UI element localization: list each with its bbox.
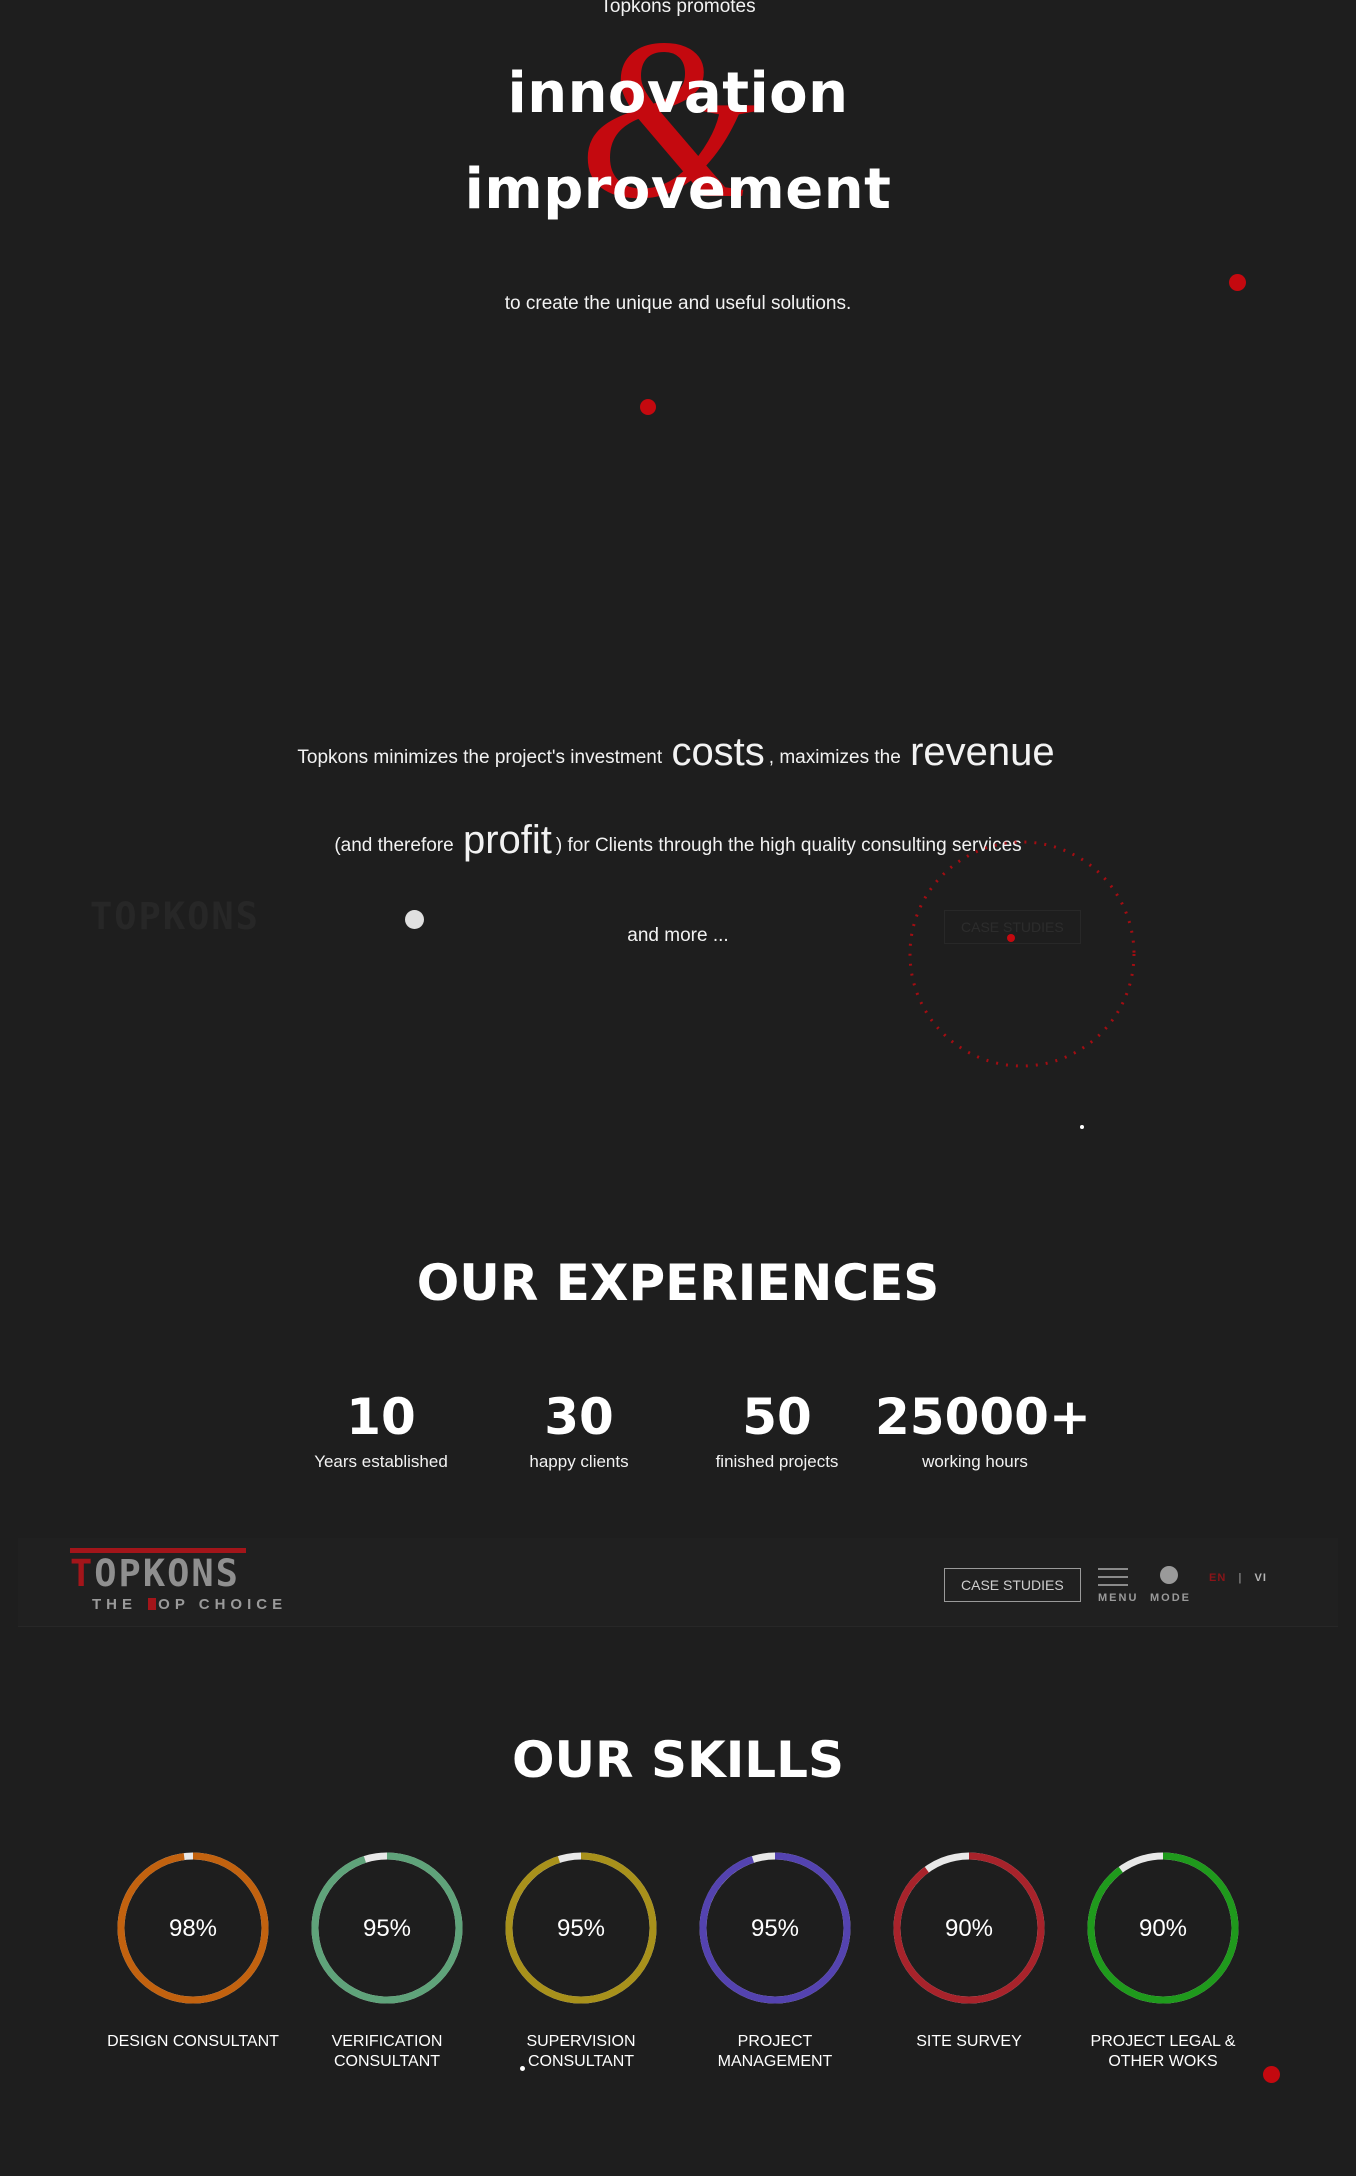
stat-projects: 50 finished projects (677, 1392, 877, 1472)
stat-label: finished projects (715, 1452, 839, 1471)
logo-tagline-a: THE (92, 1596, 137, 1613)
skill-item: 95% SUPERVISION CONSULTANT (486, 1850, 676, 2072)
stat-value: 50 (742, 1388, 812, 1446)
hero-tagline: to create the unique and useful solution… (504, 293, 852, 314)
stat-value: 30 (544, 1388, 614, 1446)
text-fragment: , maximizes the (768, 747, 901, 768)
decor-dot (1263, 2066, 1280, 2083)
highlight-costs: costs (671, 730, 765, 774)
skill-item: 98% DESIGN CONSULTANT (98, 1850, 288, 2052)
mode-icon (1160, 1566, 1178, 1584)
hamburger-icon (1098, 1568, 1130, 1586)
skill-percent: 90% (945, 1915, 993, 1942)
skill-item: 90% SITE SURVEY (874, 1850, 1064, 2052)
stat-clients: 30 happy clients (479, 1392, 679, 1472)
skill-label: PROJECT LEGAL & OTHER WOKS (1090, 2033, 1236, 2070)
skill-label: VERIFICATION CONSULTANT (331, 2033, 443, 2070)
skill-percent: 95% (751, 1915, 799, 1942)
hero-word-improvement: improvement (464, 157, 892, 222)
lang-vi[interactable]: VI (1254, 1572, 1266, 1584)
skill-label: DESIGN CONSULTANT (107, 2033, 279, 2050)
skill-item: 95% VERIFICATION CONSULTANT (292, 1850, 482, 2072)
value-line-1: Topkons minimizes the project's investme… (0, 730, 1356, 775)
decor-dot (1229, 274, 1246, 291)
experiences-title: OUR EXPERIENCES (416, 1254, 940, 1312)
skills-row: 98% DESIGN CONSULTANT 95% VERIFICATION C… (98, 1850, 1258, 2090)
mode-toggle[interactable]: MODE (1150, 1566, 1191, 1604)
skill-label: SUPERVISION CONSULTANT (526, 2033, 636, 2070)
language-switcher: EN | VI (1209, 1572, 1267, 1584)
dotted-circle-decor (908, 840, 1136, 1068)
stat-years: 10 Years established (281, 1392, 481, 1472)
stat-hours: 25000+ working hours (875, 1388, 1091, 1472)
decor-dot (640, 399, 656, 415)
menu-label: MENU (1098, 1592, 1139, 1604)
skill-percent: 90% (1139, 1915, 1187, 1942)
skill-ring: 95% (505, 1852, 657, 2004)
menu-button[interactable]: MENU (1098, 1568, 1139, 1604)
text-fragment: (and therefore (334, 835, 454, 856)
skill-ring: 95% (311, 1852, 463, 2004)
case-studies-button[interactable]: CASE STUDIES (944, 1568, 1081, 1602)
stat-label: working hours (922, 1452, 1028, 1471)
mode-label: MODE (1150, 1592, 1191, 1604)
hero-word-innovation: innovation (507, 61, 849, 126)
skill-label: PROJECT MANAGEMENT (717, 2033, 833, 2070)
skill-percent: 95% (363, 1915, 411, 1942)
skill-item: 95% PROJECT MANAGEMENT (680, 1850, 870, 2072)
logo-initial: T (90, 895, 115, 938)
skill-percent: 95% (557, 1915, 605, 1942)
lang-separator: | (1238, 1572, 1243, 1584)
highlight-profit: profit (462, 818, 552, 862)
skill-label: SITE SURVEY (916, 2033, 1022, 2050)
logo-wordmark: OPKONS (94, 1552, 240, 1595)
cursor-dot (405, 910, 424, 929)
lang-en[interactable]: EN (1209, 1572, 1226, 1584)
stat-value: 25000+ (875, 1388, 1091, 1446)
decor-dot (1080, 1125, 1084, 1129)
logo-tagline-mark (148, 1598, 157, 1610)
skill-ring: 95% (699, 1852, 851, 2004)
skill-ring: 90% (1087, 1852, 1239, 2004)
stat-label: Years established (314, 1452, 448, 1471)
skill-percent: 98% (169, 1915, 217, 1942)
site-logo[interactable]: TOPKONS THE OP CHOICE (70, 1548, 287, 1613)
text-fragment: Topkons minimizes the project's investme… (297, 747, 663, 768)
stat-label: happy clients (529, 1452, 629, 1471)
skills-title: OUR SKILLS (511, 1731, 845, 1789)
decor-dot (520, 2066, 525, 2071)
skill-ring: 90% (893, 1852, 1045, 2004)
logo-wordmark: OPKONS (114, 895, 260, 938)
highlight-revenue: revenue (910, 730, 1055, 774)
skill-item: 90% PROJECT LEGAL & OTHER WOKS (1068, 1850, 1258, 2072)
logo-tagline-b: OP CHOICE (158, 1596, 288, 1613)
logo-initial: T (70, 1552, 95, 1595)
ghost-logo: TOPKONS (90, 898, 260, 935)
stat-value: 10 (346, 1388, 416, 1446)
skill-ring: 98% (117, 1852, 269, 2004)
